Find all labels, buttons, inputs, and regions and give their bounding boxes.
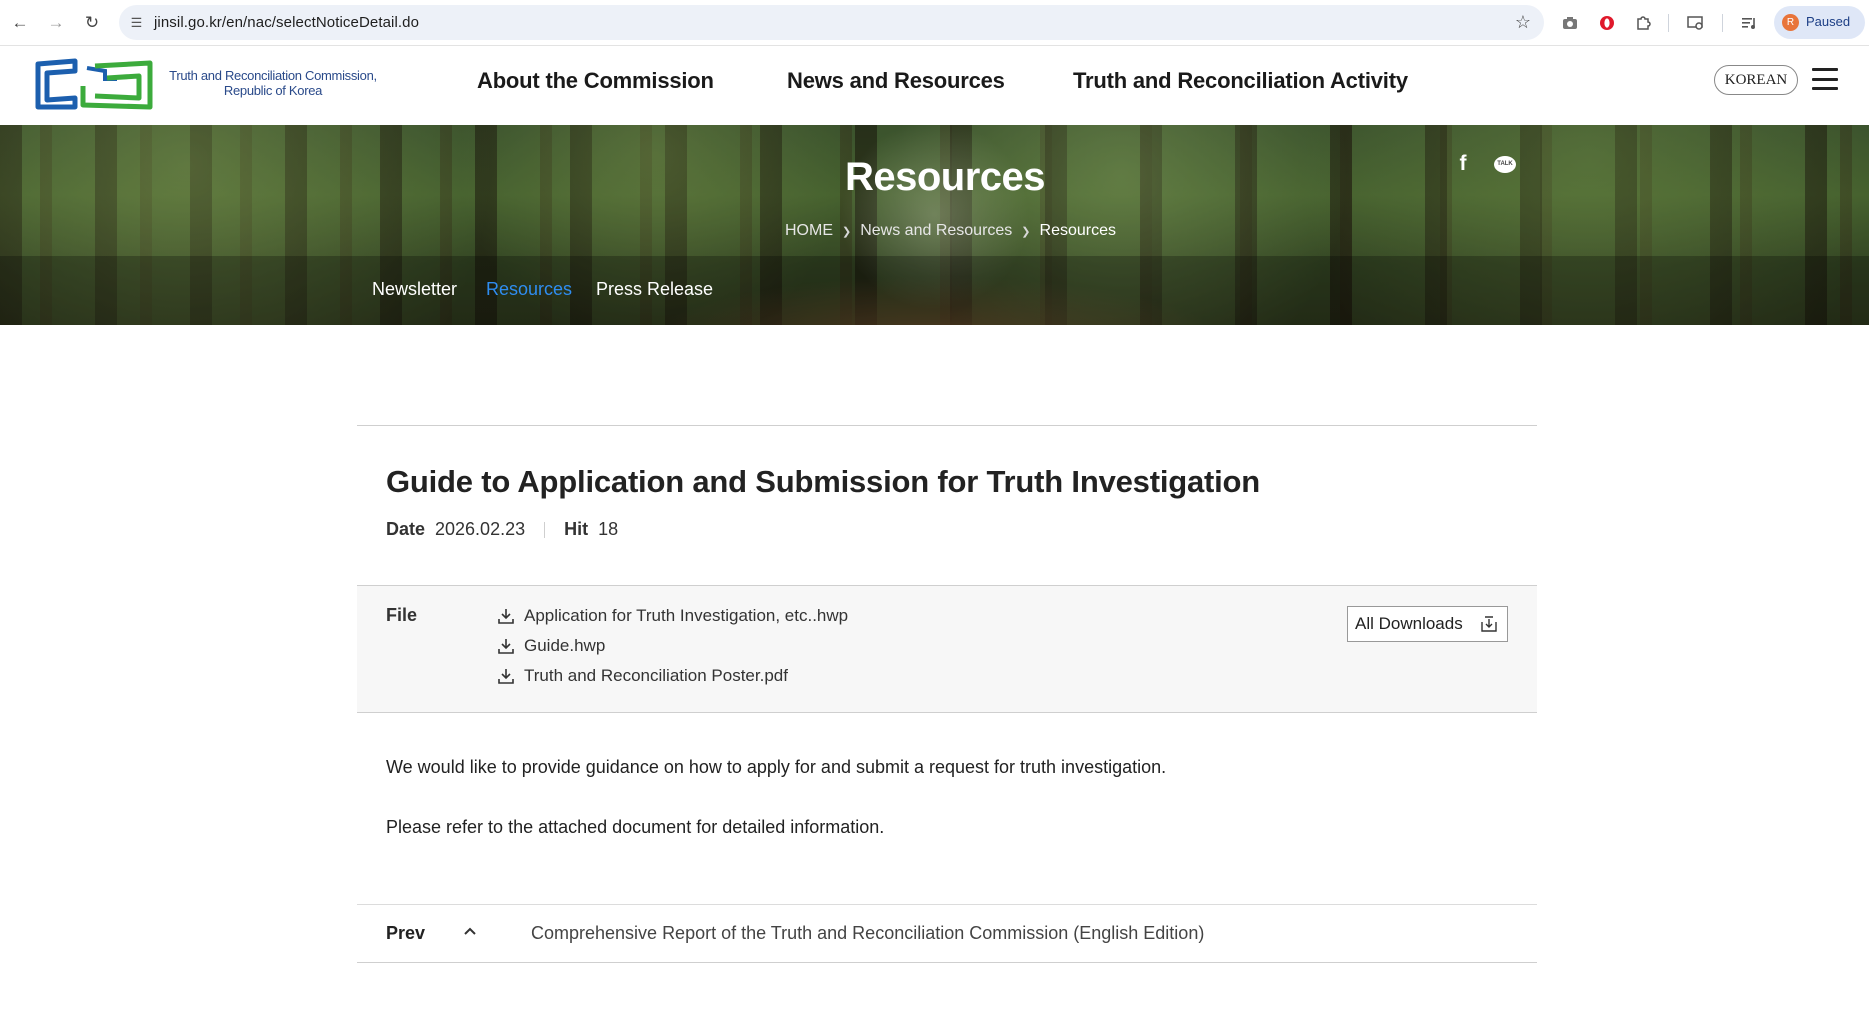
attachment-name: Guide.hwp xyxy=(524,636,606,655)
breadcrumb-news-resources[interactable]: News and Resources xyxy=(860,222,1012,240)
site-header: Truth and Reconciliation Commission, Rep… xyxy=(0,46,1869,125)
facebook-share-icon[interactable]: f xyxy=(1450,151,1476,177)
breadcrumb-home[interactable]: HOME xyxy=(785,222,833,240)
commission-logo[interactable] xyxy=(35,58,153,110)
chevron-right-icon: ❯ xyxy=(842,225,852,238)
subnav-press-release[interactable]: Press Release xyxy=(596,279,713,300)
post-paragraph: We would like to provide guidance on how… xyxy=(386,757,1167,777)
content-divider xyxy=(357,425,1537,426)
bookmark-star-icon[interactable]: ☆ xyxy=(1515,12,1531,33)
nav-about-commission[interactable]: About the Commission xyxy=(477,68,714,94)
nav-news-resources[interactable]: News and Resources xyxy=(787,68,1005,94)
subnav-resources[interactable]: Resources xyxy=(486,279,572,300)
all-downloads-button[interactable]: All Downloads xyxy=(1347,606,1508,642)
meta-divider xyxy=(544,521,546,538)
forward-icon[interactable]: → xyxy=(44,11,68,35)
subnav-band xyxy=(0,256,1869,325)
attachments-box: File Application for Truth Investigation… xyxy=(357,585,1537,713)
hamburger-menu-icon[interactable] xyxy=(1812,68,1838,90)
file-label: File xyxy=(386,605,418,625)
subnav-newsletter[interactable]: Newsletter xyxy=(372,279,457,300)
post-meta: Date 2026.02.23 Hit 18 xyxy=(386,519,618,540)
download-icon xyxy=(498,669,514,684)
toolbar-separator xyxy=(1668,14,1669,32)
chevron-right-icon: ❯ xyxy=(1021,225,1031,238)
hero-banner: Resources HOME ❯ News and Resources ❯ Re… xyxy=(0,125,1869,325)
camera-icon[interactable] xyxy=(1559,12,1581,34)
opera-icon[interactable] xyxy=(1596,12,1618,34)
attachment-name: Application for Truth Investigation, etc… xyxy=(524,606,849,625)
media-controls-icon[interactable] xyxy=(1739,12,1761,34)
toolbar-separator xyxy=(1722,14,1723,32)
profile-status: Paused xyxy=(1806,14,1851,29)
nav-truth-reconciliation-activity[interactable]: Truth and Reconciliation Activity xyxy=(1073,68,1408,94)
profile-button[interactable]: R Paused xyxy=(1774,6,1865,39)
download-box-icon xyxy=(1481,616,1497,632)
post-paragraph: Please refer to the attached document fo… xyxy=(386,817,885,837)
talk-bubble: TALK xyxy=(1494,155,1516,173)
attachment-link[interactable]: Application for Truth Investigation, etc… xyxy=(497,606,848,626)
page-title: Resources xyxy=(844,155,1046,199)
avatar: R xyxy=(1782,14,1799,31)
date-label: Date xyxy=(386,519,426,539)
screen-search-icon[interactable] xyxy=(1685,12,1707,34)
address-bar[interactable]: ☰ jinsil.go.kr/en/nac/selectNoticeDetail… xyxy=(119,5,1544,40)
kakaotalk-share-icon[interactable]: TALK xyxy=(1492,151,1518,177)
reload-icon[interactable]: ↻ xyxy=(80,11,104,35)
all-downloads-label: All Downloads xyxy=(1355,614,1463,633)
chevron-up-icon xyxy=(464,927,476,935)
language-button[interactable]: KOREAN xyxy=(1714,65,1798,95)
extensions-puzzle-icon[interactable] xyxy=(1632,12,1654,34)
post-title: Guide to Application and Submission for … xyxy=(386,464,1261,499)
browser-toolbar: ← → ↻ ☰ jinsil.go.kr/en/nac/selectNotice… xyxy=(0,0,1869,46)
date-value: 2026.02.23 xyxy=(435,519,526,539)
prev-label: Prev xyxy=(386,923,426,943)
download-icon xyxy=(498,609,514,624)
breadcrumb: HOME ❯ News and Resources ❯ Resources xyxy=(785,222,1116,240)
back-icon[interactable]: ← xyxy=(8,11,32,35)
hit-label: Hit xyxy=(564,519,589,539)
logo-line-1: Truth and Reconciliation Commission, xyxy=(169,68,377,83)
hit-count: 18 xyxy=(598,519,619,539)
attachment-name: Truth and Reconciliation Poster.pdf xyxy=(524,666,788,685)
site-info-icon[interactable]: ☰ xyxy=(128,14,145,31)
logo-line-2: Republic of Korea xyxy=(223,83,323,98)
breadcrumb-current[interactable]: Resources xyxy=(1040,222,1116,240)
prev-post-row[interactable]: Prev Comprehensive Report of the Truth a… xyxy=(357,904,1537,963)
download-icon xyxy=(498,639,514,654)
prev-post-link[interactable]: Comprehensive Report of the Truth and Re… xyxy=(531,923,1204,944)
attachment-link[interactable]: Truth and Reconciliation Poster.pdf xyxy=(497,666,788,686)
attachment-link[interactable]: Guide.hwp xyxy=(497,636,605,656)
commission-name[interactable]: Truth and Reconciliation Commission, Rep… xyxy=(163,68,383,98)
url-text[interactable]: jinsil.go.kr/en/nac/selectNoticeDetail.d… xyxy=(154,14,419,31)
